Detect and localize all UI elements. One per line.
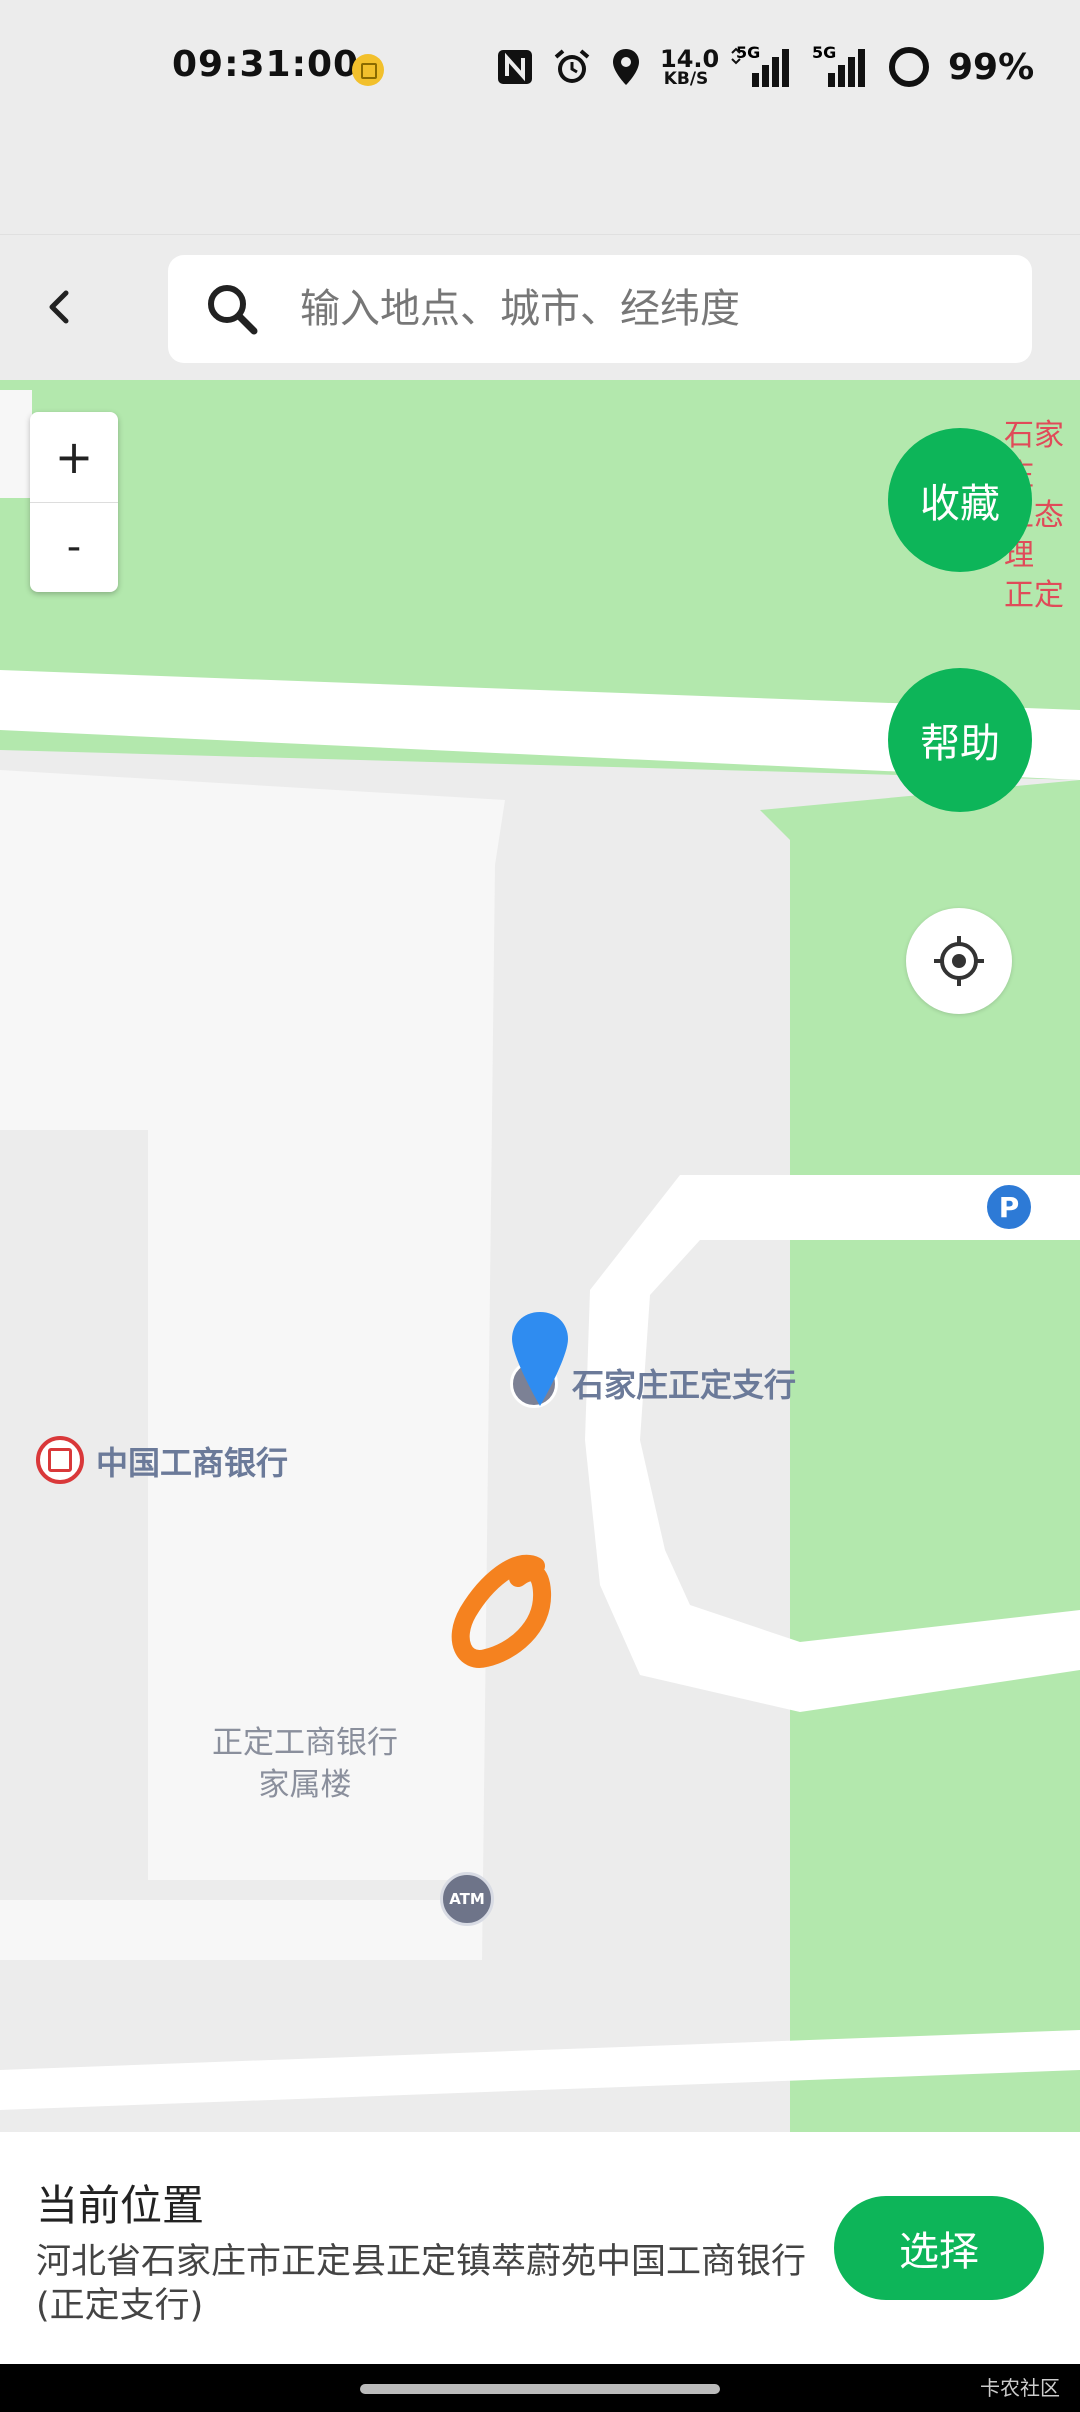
home-gesture-handle[interactable]: [360, 2384, 720, 2394]
favorite-button[interactable]: 收藏: [888, 428, 1032, 572]
status-bar: 09:31:00 14.0 KB/S 5G 5G 99%: [0, 0, 1080, 140]
signal-icon: [731, 47, 789, 87]
net-speed-unit: KB/S: [663, 68, 709, 89]
notification-icon: [352, 54, 384, 86]
battery-percent: 99%: [948, 46, 1035, 88]
locate-button[interactable]: [906, 908, 1012, 1014]
location-pin-icon: [512, 1312, 568, 1406]
parking-label: P: [998, 1190, 1020, 1224]
zoom-in-button[interactable]: +: [30, 412, 118, 503]
icbc-logo-icon: [36, 1436, 84, 1484]
select-button[interactable]: 选择: [834, 2196, 1044, 2300]
signal-group-1: 5G: [730, 43, 794, 89]
panel-title: 当前位置: [36, 2181, 205, 2230]
current-address: 河北省石家庄市正定县正定镇萃蔚苑中国工商银行(正定支行): [36, 2242, 807, 2326]
location-icon: [613, 49, 639, 85]
map-canvas: [0, 380, 1080, 2132]
zoom-out-button[interactable]: -: [30, 502, 118, 592]
parking-marker[interactable]: P: [984, 1182, 1034, 1232]
battery-icon: [889, 47, 929, 87]
net-speed: 14.0 KB/S: [660, 44, 720, 89]
signal-group-2: 5G: [812, 43, 870, 89]
navigation-bar: 卡农社区: [0, 2364, 1080, 2412]
signal-icon: [828, 49, 865, 87]
zoom-control: + -: [30, 412, 118, 592]
search-input[interactable]: [300, 255, 1000, 363]
help-button[interactable]: 帮助: [888, 668, 1032, 812]
chevron-left-icon: [49, 290, 69, 324]
search-box[interactable]: [168, 255, 1032, 363]
map-view[interactable]: 石家庄 生态理 正定 + - 收藏 帮助 P 石家庄正定支行 中国工商银行 正定…: [0, 380, 1080, 2132]
status-icons: 14.0 KB/S 5G 5G 99%: [496, 42, 1034, 92]
edge-label-line: 正定: [1004, 578, 1064, 613]
nfc-icon: [498, 50, 532, 84]
watermark: 卡农社区: [980, 2376, 1060, 2400]
building-label: 正定工商银行 家属楼: [180, 1722, 430, 1806]
back-button[interactable]: [28, 275, 92, 339]
alarm-icon: [554, 49, 590, 83]
search-icon: [208, 285, 258, 335]
net-speed-value: 14.0: [660, 44, 720, 73]
hand-drawn-marker: [451, 1555, 552, 1668]
current-location-panel: 当前位置 河北省石家庄市正定县正定镇萃蔚苑中国工商银行(正定支行) 选择: [0, 2132, 1080, 2364]
poi-label-icbc[interactable]: 中国工商银行: [96, 1438, 288, 1484]
atm-label: ATM: [449, 1890, 485, 1908]
search-header: [0, 234, 1080, 381]
atm-marker[interactable]: ATM: [440, 1872, 494, 1926]
crosshair-icon: [934, 936, 984, 986]
building-label-line: 正定工商银行: [212, 1725, 398, 1761]
poi-label-selected[interactable]: 石家庄正定支行: [572, 1360, 796, 1406]
status-time: 09:31:00: [172, 44, 360, 85]
building-label-line: 家属楼: [258, 1767, 352, 1803]
